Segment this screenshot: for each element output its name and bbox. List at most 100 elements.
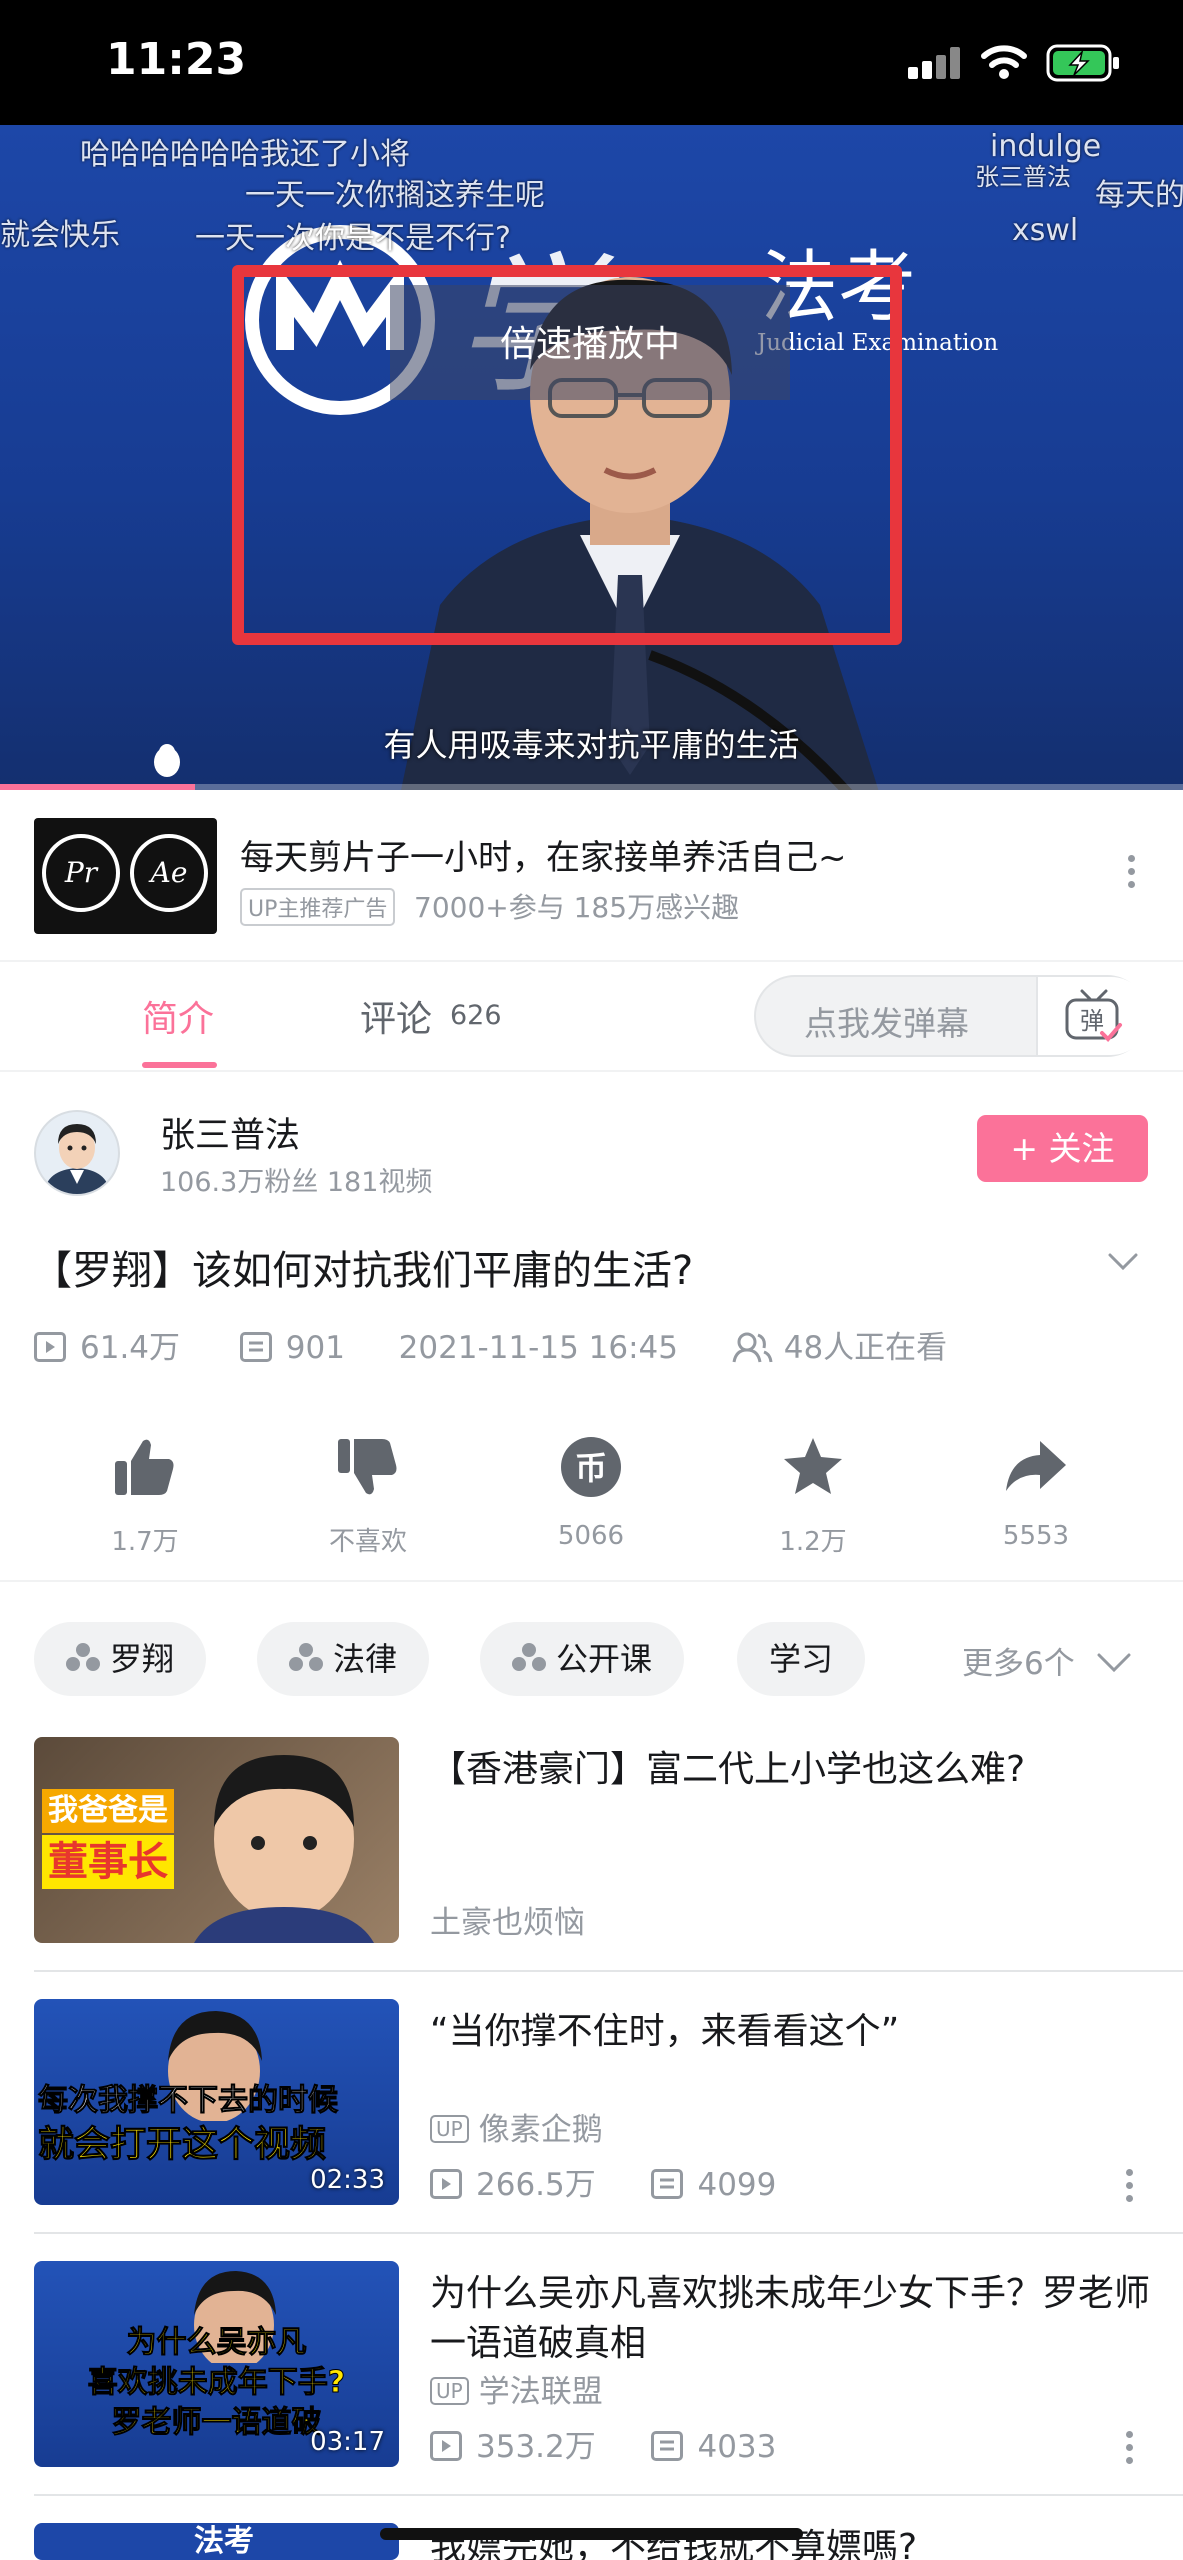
- danmaku-comment: 张三普法: [975, 163, 1071, 191]
- avatar[interactable]: [34, 1110, 120, 1196]
- highlight-box: [232, 265, 902, 645]
- chevron-down-icon[interactable]: [1108, 1246, 1138, 1276]
- danmaku-comment: 每天的: [1095, 178, 1183, 213]
- favorite-count: 1.2万: [779, 1527, 847, 1557]
- tag-label: 罗翔: [110, 1640, 175, 1678]
- tag-icon: [289, 1643, 323, 1673]
- like-count: 1.7万: [111, 1527, 179, 1557]
- divider: [34, 2494, 1183, 2496]
- uploader-name[interactable]: 张三普法: [160, 1107, 300, 1158]
- video-stats: 61.4万 901 2021-11-15 16:45 48人正在看: [34, 1322, 947, 1367]
- tag-icon: [66, 1643, 100, 1673]
- tab-intro[interactable]: 简介: [142, 990, 214, 1042]
- divider: [0, 1070, 1183, 1072]
- video-title: 【罗翔】该如何对抗我们平庸的生活?: [32, 1248, 694, 1294]
- divider: [34, 2232, 1183, 2234]
- thumbnail-caption: 每次我撑不下去的时候: [38, 2083, 339, 2119]
- uploader-stats: 106.3万粉丝 181视频: [160, 1167, 433, 1198]
- danmaku-comment: xswl: [1012, 213, 1079, 248]
- danmaku-count: 901: [285, 1330, 345, 1366]
- wifi-icon: [981, 45, 1027, 79]
- danmaku-count-icon: [651, 2431, 684, 2461]
- view-count: 61.4万: [80, 1330, 181, 1366]
- ad-title[interactable]: 每天剪片子一小时，在家接单养活自己~: [240, 830, 847, 879]
- related-video-item[interactable]: 每次我撑不下去的时候 就会打开这个视频 02:33 “当你撑不住时，来看看这个”…: [0, 1999, 1183, 2261]
- dislike-button[interactable]: 不喜欢: [293, 1435, 443, 1558]
- dislike-label: 不喜欢: [328, 1527, 407, 1557]
- video-duration: 02:33: [310, 2165, 385, 2195]
- related-video-title: “当你撑不住时，来看看这个”: [430, 2011, 900, 2052]
- related-video-title: 【香港豪门】富二代上小学也这么难?: [430, 1749, 1026, 1790]
- related-video-stats: 266.5万 4099: [430, 2159, 776, 2204]
- danmaku-tv-icon: 弹: [1065, 989, 1122, 1042]
- video-thumbnail: 我爸爸是 董事长: [34, 1737, 399, 1943]
- play-count-icon: [430, 2169, 462, 2199]
- tag-label: 法律: [333, 1640, 398, 1678]
- danmaku-comment: 就会快乐: [0, 218, 120, 253]
- thumbs-up-icon: [115, 1439, 174, 1495]
- danmaku-count-icon: [651, 2169, 684, 2199]
- more-options-button[interactable]: [1122, 2431, 1136, 2470]
- danmaku-comment: 一天一次你是不是不行?: [195, 221, 511, 256]
- follow-button[interactable]: + 关注: [977, 1115, 1148, 1182]
- tag-label: 学习: [769, 1640, 834, 1678]
- coin-count: 5066: [557, 1521, 625, 1551]
- ad-thumbnail[interactable]: Pr Ae: [34, 818, 217, 934]
- related-video-item[interactable]: 我爸爸是 董事长 【香港豪门】富二代上小学也这么难? 土豪也烦恼: [0, 1737, 1183, 1999]
- share-count: 5553: [1002, 1521, 1070, 1551]
- danmaku-input[interactable]: 点我发弹幕 弹: [754, 975, 1150, 1057]
- chevron-down-icon: [1097, 1653, 1131, 1673]
- related-video-author: UP 学法联盟: [430, 2366, 603, 2411]
- related-video-title: 为什么吴亦凡喜欢挑未成年少女下手？罗老师一语道破真相: [430, 2273, 1151, 2364]
- related-video-stats: 353.2万 4033: [430, 2421, 776, 2466]
- danmaku-comment: 一天一次你搁这养生呢: [245, 178, 545, 213]
- tag-chip[interactable]: 学习: [737, 1622, 866, 1696]
- video-thumbnail: 为什么吴亦凡 喜欢挑未成年下手? 罗老师一语道破 03:17: [34, 2261, 399, 2467]
- coin-icon: 币: [561, 1437, 621, 1497]
- danmaku-toggle-button[interactable]: 弹: [1036, 977, 1150, 1055]
- like-button[interactable]: 1.7万: [70, 1435, 220, 1558]
- video-thumbnail: 每次我撑不下去的时候 就会打开这个视频 02:33: [34, 1999, 399, 2205]
- status-time: 11:23: [106, 34, 247, 85]
- related-video-item[interactable]: 为什么吴亦凡 喜欢挑未成年下手? 罗老师一语道破 03:17 为什么吴亦凡喜欢挑…: [0, 2261, 1183, 2523]
- thumbnail-caption: 我爸爸是: [42, 1789, 174, 1833]
- ad-thumb-label: Ae: [130, 834, 208, 912]
- related-video-author: 土豪也烦恼: [430, 1905, 585, 1941]
- more-tags-button[interactable]: 更多6个: [962, 1638, 1131, 1683]
- tag-label: 公开课: [556, 1640, 653, 1678]
- tag-icon: [512, 1643, 546, 1673]
- divider: [34, 1970, 1183, 1972]
- svg-text:币: 币: [575, 1449, 607, 1487]
- danmaku-placeholder: 点我发弹幕: [804, 1004, 969, 1043]
- more-tags-label: 更多6个: [962, 1646, 1075, 1682]
- video-progress-bar[interactable]: [0, 784, 1183, 790]
- play-count-icon: [430, 2431, 462, 2461]
- thumbs-down-icon: [338, 1439, 397, 1495]
- related-video-author: UP 像素企鹅: [430, 2104, 603, 2149]
- coin-button[interactable]: 币 5066: [516, 1435, 666, 1551]
- thumbnail-caption: 为什么吴亦凡: [126, 2325, 307, 2361]
- cellular-signal-icon: [908, 47, 960, 79]
- danmaku-count-icon: [239, 1332, 272, 1362]
- video-duration: 03:17: [310, 2427, 385, 2457]
- tag-chip[interactable]: 法律: [257, 1622, 430, 1696]
- more-options-button[interactable]: [1122, 2169, 1136, 2208]
- share-icon: [1006, 1441, 1066, 1491]
- ad-badge: UP主推荐广告: [240, 888, 396, 926]
- avatar-image: [44, 1124, 110, 1194]
- share-button[interactable]: 5553: [961, 1435, 1111, 1551]
- tag-chip[interactable]: 公开课: [480, 1622, 685, 1696]
- tab-comments[interactable]: 评论: [360, 990, 432, 1042]
- status-bar: 11:23: [0, 0, 1183, 125]
- tab-active-indicator: [142, 1062, 217, 1068]
- thumbnail-caption: 就会打开这个视频: [37, 2124, 327, 2166]
- up-badge: UP: [430, 2115, 469, 2143]
- ad-more-button[interactable]: [1116, 855, 1146, 901]
- video-player[interactable]: 学 法考 Judicial Examination 哈哈哈哈哈哈我还了小将 一天…: [0, 125, 1183, 790]
- thumbnail-caption: 董事长: [42, 1835, 174, 1889]
- danmaku-comment: 哈哈哈哈哈哈我还了小将: [80, 137, 410, 172]
- up-badge: UP: [430, 2377, 469, 2405]
- favorite-button[interactable]: 1.2万: [738, 1435, 888, 1558]
- tag-chip[interactable]: 罗翔: [34, 1622, 207, 1696]
- home-indicator: [380, 2528, 803, 2540]
